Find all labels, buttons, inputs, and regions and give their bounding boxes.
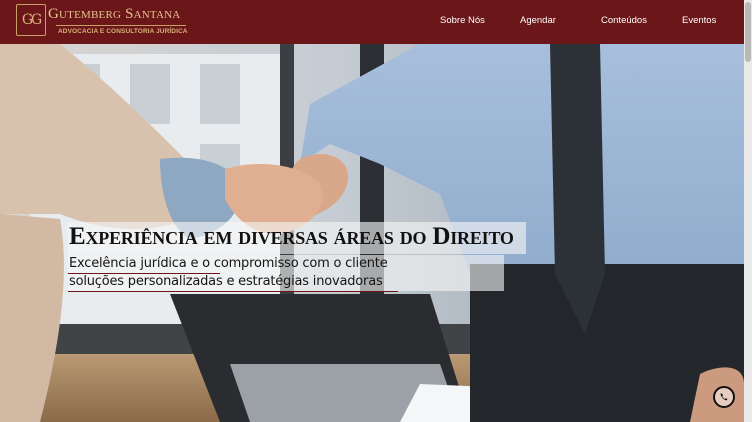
nav-item-agendar[interactable]: Agendar [520, 15, 556, 26]
site-header: GG Gutemberg Santana ADVOCACIA E CONSULT… [0, 0, 744, 44]
hero-title: Experiência em diversas áreas do Direito [69, 223, 514, 250]
hero-subtitle-line-2: soluções personalizadas e estratégias in… [69, 274, 383, 289]
nav-item-eventos[interactable]: Eventos [682, 15, 716, 26]
whatsapp-icon [720, 393, 728, 401]
scrollbar-thumb[interactable] [745, 2, 751, 62]
hero-subtitle-line-1: Excelência jurídica e o compromisso com … [69, 256, 388, 271]
nav-item-sobre-nos[interactable]: Sobre Nós [440, 15, 485, 26]
nav-item-conteudos[interactable]: Conteúdos [601, 15, 647, 26]
whatsapp-button[interactable] [713, 386, 735, 408]
subtitle-underline-2 [68, 291, 398, 292]
page-scrollbar[interactable] [744, 0, 752, 422]
main-nav: Sobre Nós Agendar Conteúdos Eventos [0, 0, 744, 44]
